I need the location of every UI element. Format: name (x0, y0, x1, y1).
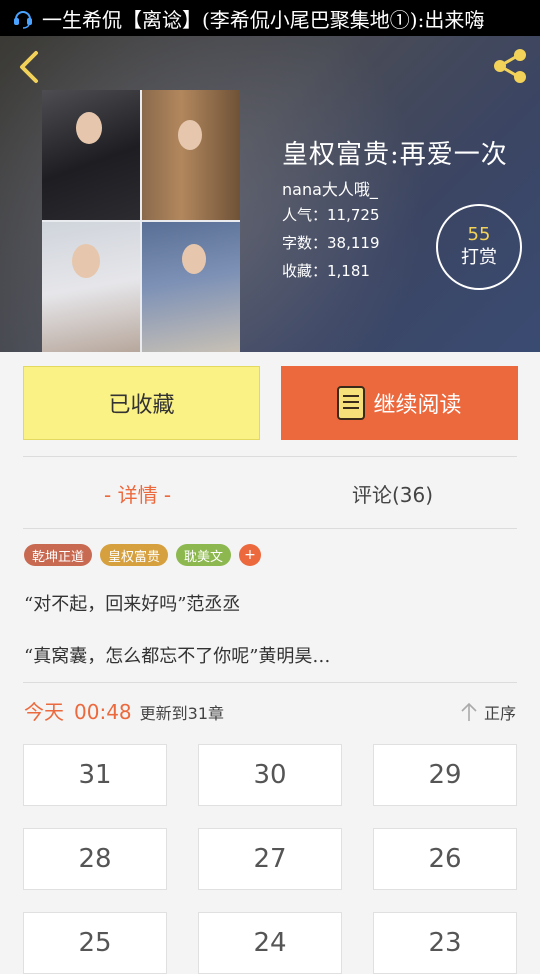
favorites-stat: 收藏：1,181 (282, 262, 370, 280)
chapter-button[interactable]: 26 (373, 828, 517, 890)
tab-detail[interactable]: - 详情 - (104, 470, 171, 516)
cover-photo (42, 90, 140, 220)
chapter-button[interactable]: 29 (373, 744, 517, 806)
status-bar: 一生希侃【离谂】(李希侃小尾巴聚集地①):出来嗨 (0, 0, 540, 36)
chapter-button[interactable]: 30 (198, 744, 342, 806)
favorited-button[interactable]: 已收藏 (23, 366, 260, 440)
chapter-button[interactable]: 23 (373, 912, 517, 974)
continue-reading-button[interactable]: 继续阅读 (281, 366, 518, 440)
book-header: 皇权富贵:再爱一次 nana大人哦_ 人气：11,725 字数：38,119 收… (0, 36, 540, 352)
cover-photo (142, 90, 240, 220)
tag-chip[interactable]: 乾坤正道 (24, 544, 93, 566)
cover-photo (42, 222, 140, 352)
chapter-button[interactable]: 28 (23, 828, 167, 890)
tag-list: 乾坤正道 皇权富贵 耽美文 + (24, 544, 262, 566)
description-line: “对不起，回来好吗”范丞丞 (24, 594, 241, 615)
book-cover[interactable] (42, 90, 240, 352)
cover-photo (142, 222, 240, 352)
popularity-stat: 人气：11,725 (282, 206, 380, 224)
chapter-button[interactable]: 25 (23, 912, 167, 974)
add-tag-button[interactable]: + (239, 544, 262, 566)
reward-label: 打赏 (461, 247, 497, 268)
divider (23, 682, 517, 683)
chapter-button[interactable]: 27 (198, 828, 342, 890)
word-count-stat: 字数：38,119 (282, 234, 380, 252)
arrow-up-icon (461, 702, 477, 721)
book-author[interactable]: nana大人哦_ (282, 176, 378, 200)
back-chevron-icon[interactable] (14, 50, 44, 84)
update-day: 今天 (24, 700, 64, 724)
chapter-button[interactable]: 31 (23, 744, 167, 806)
divider (23, 528, 517, 529)
sort-order-button[interactable]: 正序 (460, 700, 516, 724)
book-icon (337, 386, 366, 420)
notification-text: 一生希侃【离谂】(李希侃小尾巴聚集地①):出来嗨 (42, 7, 485, 32)
description-line[interactable]: “真窝囊，怎么都忘不了你呢”黄明昊… (24, 642, 330, 668)
tag-chip[interactable]: 皇权富贵 (100, 544, 169, 566)
favorited-label: 已收藏 (108, 393, 175, 418)
sort-order-label: 正序 (484, 704, 517, 723)
tab-comments[interactable]: 评论(36) (352, 470, 433, 516)
reward-button[interactable]: 55 打赏 (436, 204, 522, 290)
update-info: 今天 00:48 更新到31章 (24, 696, 224, 725)
chapter-button[interactable]: 24 (198, 912, 342, 974)
tag-chip[interactable]: 耽美文 (176, 544, 232, 566)
update-chapter-count: 更新到31章 (139, 704, 225, 723)
headset-icon (14, 11, 32, 29)
continue-reading-label: 继续阅读 (373, 393, 462, 418)
divider (23, 456, 517, 457)
book-title: 皇权富贵:再爱一次 (282, 140, 508, 170)
update-time: 00:48 (74, 700, 132, 724)
reward-count: 55 (467, 224, 491, 245)
share-icon[interactable] (490, 46, 530, 86)
